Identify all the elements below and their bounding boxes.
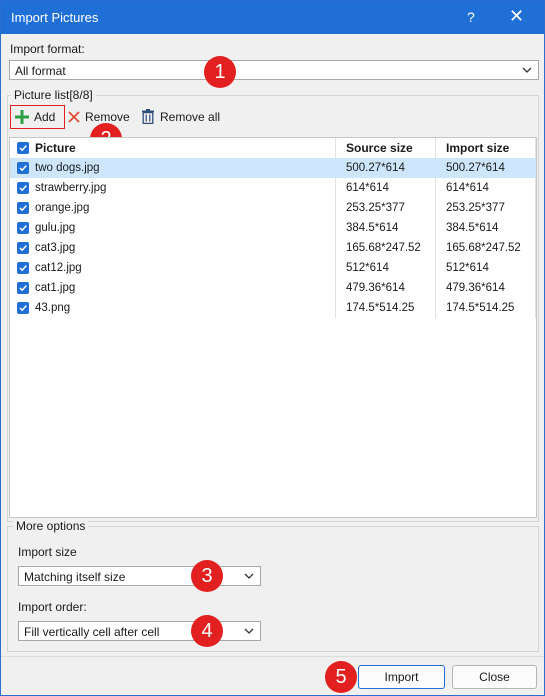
import-button[interactable]: Import [358,665,445,689]
import-size: 165.68*247.52 [446,242,521,254]
remove-label: Remove [85,110,130,124]
chevron-down-icon [522,67,532,73]
picture-name: strawberry.jpg [35,182,107,194]
close-button[interactable]: Close [452,665,537,689]
picture-name: 43.png [35,302,71,314]
row-checkbox[interactable] [17,162,29,174]
select-all-checkbox[interactable] [17,142,29,154]
table-row[interactable]: cat3.jpg 165.68*247.52 165.68*247.52 [10,238,536,258]
footer-divider [1,656,544,657]
close-icon[interactable]: ✕ [509,6,524,26]
table-row[interactable]: strawberry.jpg 614*614 614*614 [10,178,536,198]
picture-name: cat3.jpg [35,242,76,254]
import-format-label: Import format: [10,42,85,56]
more-options-legend: More options [13,519,89,533]
import-size: 253.25*377 [446,202,505,214]
picture-name: orange.jpg [35,202,90,214]
import-order-dropdown[interactable]: Fill vertically cell after cell [18,621,261,641]
table-row[interactable]: cat1.jpg 479.36*614 479.36*614 [10,278,536,298]
add-button[interactable]: Add [10,105,65,129]
window-title: Import Pictures [11,10,99,25]
source-size: 165.68*247.52 [346,242,421,254]
column-header-source-size[interactable]: Source size [346,138,413,158]
picture-list-legend: Picture list[8/8] [11,88,96,102]
source-size: 512*614 [346,262,389,274]
table-row[interactable]: cat12.jpg 512*614 512*614 [10,258,536,278]
row-checkbox[interactable] [17,262,29,274]
import-size: 384.5*614 [446,222,499,234]
source-size: 500.27*614 [346,162,405,174]
import-pictures-dialog: Import Pictures ? ✕ Import format: All f… [0,0,545,696]
callout-badge-1: 1 [204,56,236,88]
import-size: 479.36*614 [446,282,505,294]
table-row[interactable]: orange.jpg 253.25*377 253.25*377 [10,198,536,218]
title-bar: Import Pictures ? ✕ [1,1,544,34]
callout-badge-4: 4 [191,615,223,647]
table-header: Picture Source size Import size [10,138,536,159]
chevron-down-icon [244,628,254,634]
remove-button[interactable]: Remove [68,110,130,124]
row-checkbox[interactable] [17,202,29,214]
plus-icon [15,110,29,124]
row-checkbox[interactable] [17,242,29,254]
import-size: 500.27*614 [446,162,505,174]
picture-name: two dogs.jpg [35,162,100,174]
import-format-dropdown[interactable]: All format [9,60,539,80]
chevron-down-icon [244,573,254,579]
row-checkbox[interactable] [17,282,29,294]
table-row[interactable]: gulu.jpg 384.5*614 384.5*614 [10,218,536,238]
table-row[interactable]: 43.png 174.5*514.25 174.5*514.25 [10,298,536,318]
picture-name: cat1.jpg [35,282,76,294]
picture-name: gulu.jpg [35,222,76,234]
import-size-label: Import size [18,545,77,559]
import-order-value: Fill vertically cell after cell [24,625,160,639]
import-size-value: Matching itself size [24,570,126,584]
table-row[interactable]: two dogs.jpg 500.27*614 500.27*614 [10,158,536,178]
remove-all-button[interactable]: Remove all [141,109,220,124]
import-size: 174.5*514.25 [446,302,515,314]
add-label: Add [34,110,56,124]
source-size: 253.25*377 [346,202,405,214]
column-header-import-size[interactable]: Import size [446,138,509,158]
source-size: 614*614 [346,182,389,194]
import-size-dropdown[interactable]: Matching itself size [18,566,261,586]
help-icon[interactable]: ? [467,9,475,25]
remove-x-icon [68,111,80,123]
row-checkbox[interactable] [17,302,29,314]
trash-icon [142,109,154,124]
column-header-picture[interactable]: Picture [35,138,76,158]
remove-all-label: Remove all [160,109,221,124]
source-size: 384.5*614 [346,222,399,234]
callout-badge-5: 5 [325,661,357,693]
picture-name: cat12.jpg [35,262,82,274]
import-size: 512*614 [446,262,489,274]
import-order-label: Import order: [18,600,87,614]
row-checkbox[interactable] [17,182,29,194]
source-size: 174.5*514.25 [346,302,415,314]
source-size: 479.36*614 [346,282,405,294]
import-format-value: All format [15,64,66,78]
import-size: 614*614 [446,182,489,194]
picture-table: Picture Source size Import size two dogs… [9,137,537,518]
row-checkbox[interactable] [17,222,29,234]
callout-badge-3: 3 [191,560,223,592]
